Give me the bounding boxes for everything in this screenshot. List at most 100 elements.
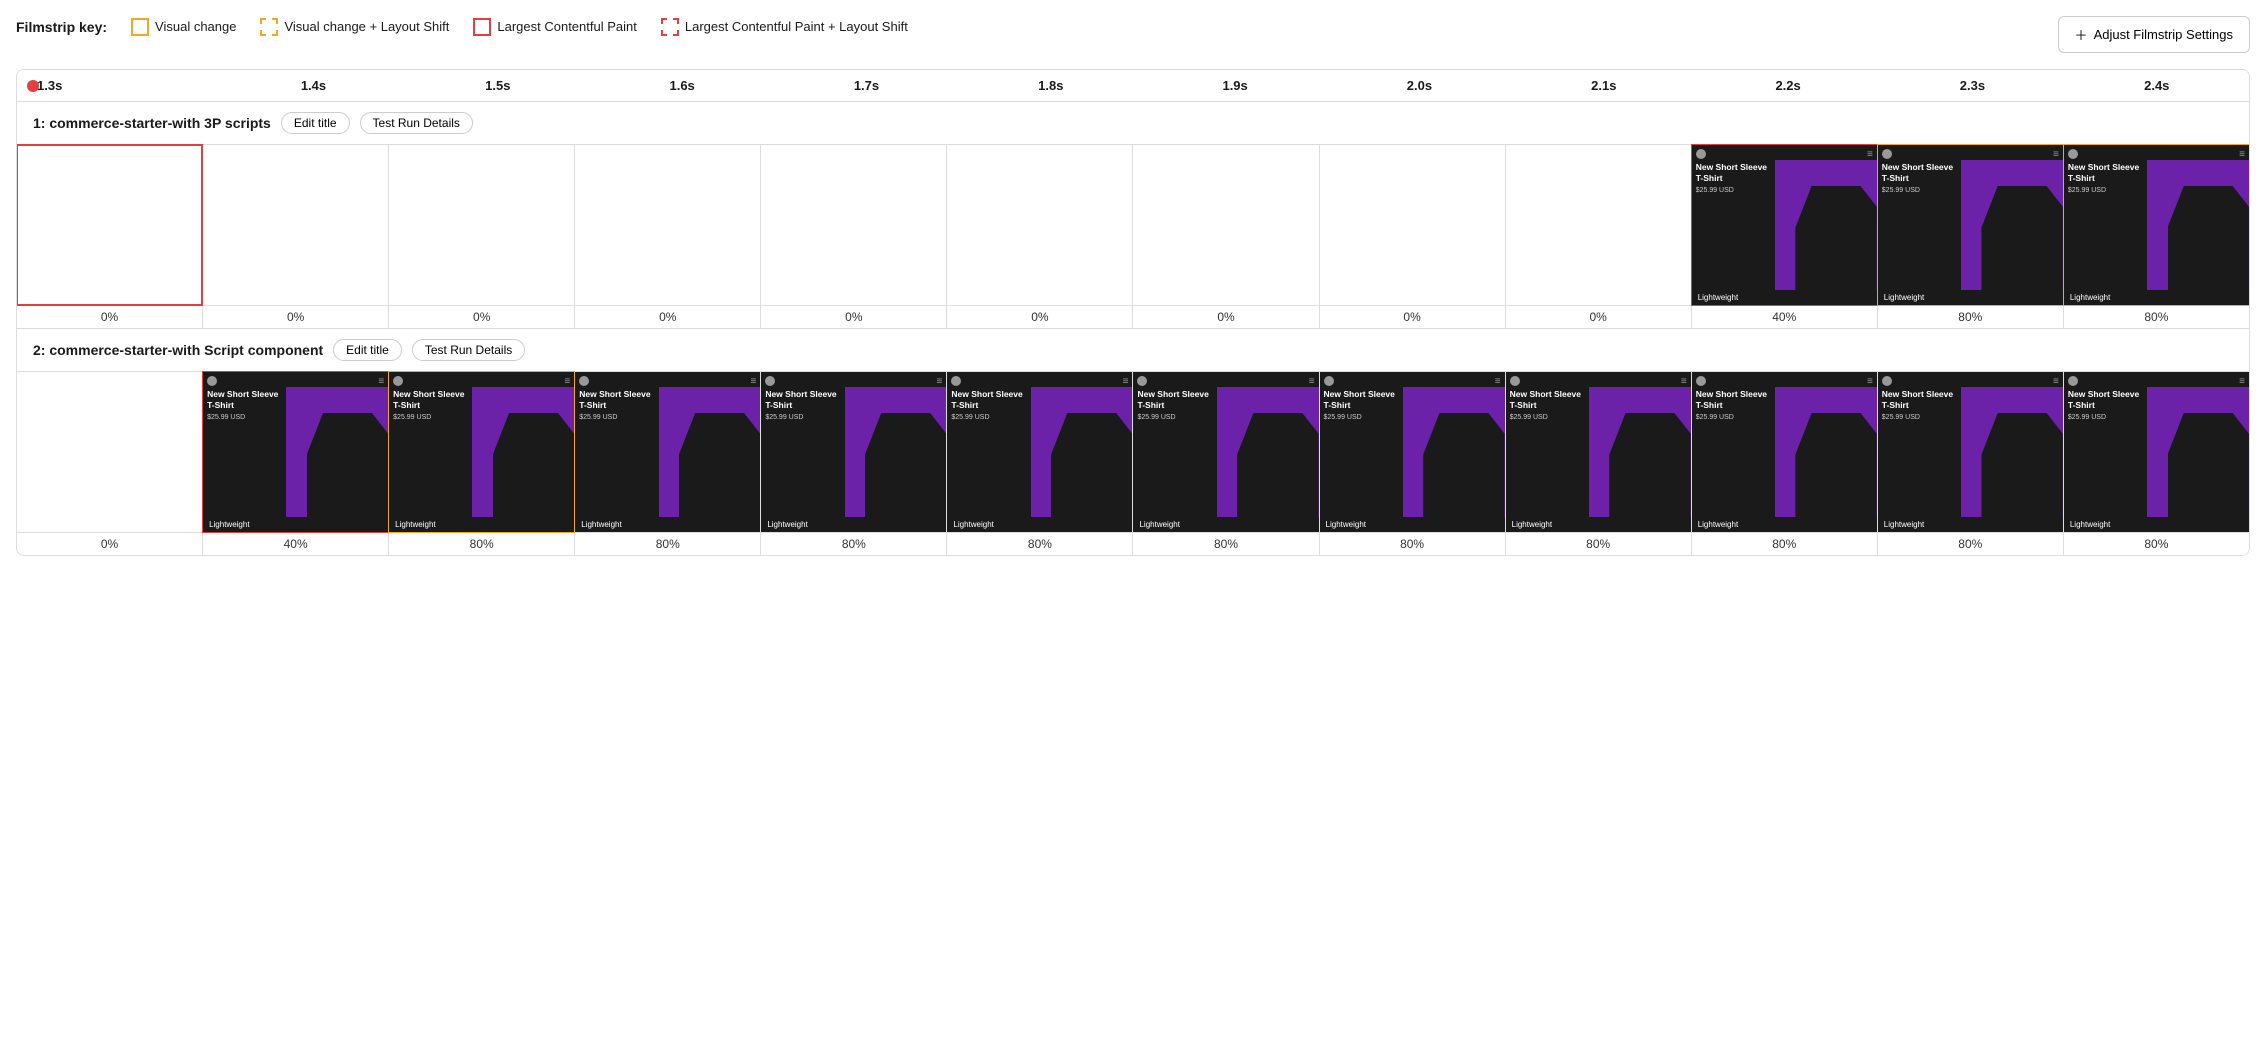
product-price: $25.99 USD	[2068, 413, 2143, 422]
run-title-1: 1: commerce-starter-with 3P scripts	[33, 115, 271, 131]
product-card: ≡New Short Sleeve T-Shirt $25.99 USDLigh…	[1692, 145, 1877, 305]
product-price: $25.99 USD	[1324, 413, 1399, 422]
legend-label: Filmstrip key:	[16, 19, 107, 35]
frame-cell-r2-f9[interactable]: ≡New Short Sleeve T-Shirt $25.99 USDLigh…	[1506, 372, 1692, 532]
product-footer: Lightweight	[1878, 517, 2063, 532]
frame-cell-r2-f3[interactable]: ≡New Short Sleeve T-Shirt $25.99 USDLigh…	[389, 372, 575, 532]
product-footer: Lightweight	[1506, 517, 1691, 532]
product-image	[1775, 387, 1877, 517]
run-section-2: 2: commerce-starter-with Script componen…	[17, 329, 2249, 555]
product-footer: Lightweight	[2064, 517, 2249, 532]
product-title: New Short Sleeve T-Shirt	[1324, 389, 1399, 411]
frame-cell-r1-f1[interactable]	[17, 145, 203, 305]
product-title: New Short Sleeve T-Shirt	[1696, 389, 1771, 411]
pct-cell-r1-f6: 0%	[947, 306, 1133, 328]
timeline-tick-2.4s: 2.4s	[2065, 78, 2249, 93]
timeline-tick-1.6s: 1.6s	[590, 78, 774, 93]
pct-cell-r1-f8: 0%	[1320, 306, 1506, 328]
product-footer: Lightweight	[1692, 290, 1877, 305]
product-title: New Short Sleeve T-Shirt	[765, 389, 840, 411]
frame-cell-r1-f12[interactable]: ≡New Short Sleeve T-Shirt $25.99 USDLigh…	[2064, 145, 2249, 305]
product-image	[1775, 160, 1877, 290]
product-icon	[1696, 376, 1706, 386]
frame-cell-r1-f5[interactable]	[761, 145, 947, 305]
timeline-tick-2.2s: 2.2s	[1696, 78, 1880, 93]
red-dot-indicator	[27, 80, 39, 92]
timeline-tick-2.0s: 2.0s	[1327, 78, 1511, 93]
timeline-tick-1.5s: 1.5s	[406, 78, 590, 93]
product-footer: Lightweight	[1878, 290, 2063, 305]
product-image	[286, 387, 388, 517]
pct-cell-r2-f6: 80%	[947, 533, 1133, 555]
test-run-details-button-1[interactable]: Test Run Details	[360, 112, 473, 134]
product-icon	[207, 376, 217, 386]
product-menu: ≡	[1867, 376, 1873, 387]
product-card: ≡New Short Sleeve T-Shirt $25.99 USDLigh…	[1320, 372, 1505, 532]
visual-change-box	[131, 18, 149, 36]
frame-cell-r2-f8[interactable]: ≡New Short Sleeve T-Shirt $25.99 USDLigh…	[1320, 372, 1506, 532]
pct-cell-r2-f9: 80%	[1506, 533, 1692, 555]
pct-cell-r2-f12: 80%	[2064, 533, 2249, 555]
frame-cell-r1-f11[interactable]: ≡New Short Sleeve T-Shirt $25.99 USDLigh…	[1878, 145, 2064, 305]
frame-cell-r2-f4[interactable]: ≡New Short Sleeve T-Shirt $25.99 USDLigh…	[575, 372, 761, 532]
empty-frame	[203, 145, 388, 305]
product-icon	[1882, 376, 1892, 386]
test-run-details-button-2[interactable]: Test Run Details	[412, 339, 525, 361]
pct-cell-r1-f3: 0%	[389, 306, 575, 328]
frame-cell-r1-f10[interactable]: ≡New Short Sleeve T-Shirt $25.99 USDLigh…	[1692, 145, 1878, 305]
product-menu: ≡	[564, 376, 570, 387]
product-image	[1217, 387, 1319, 517]
frames-row-1: ≡ New Short Sleeve T-Shirt $25.99 USD Ligh…	[17, 144, 2249, 305]
key-lcp-layout: Largest Contentful Paint + Layout Shift	[661, 18, 908, 36]
product-footer: Lightweight	[1692, 517, 1877, 532]
product-icon	[2068, 376, 2078, 386]
product-footer: Lightweight	[1320, 517, 1505, 532]
frame-cell-r2-f6[interactable]: ≡New Short Sleeve T-Shirt $25.99 USDLigh…	[947, 372, 1133, 532]
frame-cell-r2-f5[interactable]: ≡New Short Sleeve T-Shirt $25.99 USDLigh…	[761, 372, 947, 532]
pct-cell-r1-f1: 0%	[17, 306, 203, 328]
edit-title-button-1[interactable]: Edit title	[281, 112, 350, 134]
edit-title-button-2[interactable]: Edit title	[333, 339, 402, 361]
pct-cell-r2-f11: 80%	[1878, 533, 2064, 555]
frame-cell-r1-f3[interactable]	[389, 145, 575, 305]
frame-cell-r2-f12[interactable]: ≡New Short Sleeve T-Shirt $25.99 USDLigh…	[2064, 372, 2249, 532]
frame-cell-r1-f6[interactable]	[947, 145, 1133, 305]
frame-cell-r2-f10[interactable]: ≡New Short Sleeve T-Shirt $25.99 USDLigh…	[1692, 372, 1878, 532]
product-icon	[393, 376, 403, 386]
product-menu: ≡	[2239, 149, 2245, 160]
frame-cell-r2-f7[interactable]: ≡New Short Sleeve T-Shirt $25.99 USDLigh…	[1133, 372, 1319, 532]
run-header-2: 2: commerce-starter-with Script componen…	[17, 329, 2249, 371]
timeline-tick-1.9s: 1.9s	[1143, 78, 1327, 93]
frame-cell-r1-f2[interactable]	[203, 145, 389, 305]
product-image	[2147, 160, 2249, 290]
empty-frame	[1133, 145, 1318, 305]
key-lcp-label: Largest Contentful Paint	[497, 19, 636, 34]
product-footer: Lightweight	[1133, 517, 1318, 532]
product-image	[1403, 387, 1505, 517]
key-visual-change-label: Visual change	[155, 19, 236, 34]
product-menu: ≡	[937, 376, 943, 387]
frame-cell-r2-f2[interactable]: ≡New Short Sleeve T-Shirt $25.99 USDLigh…	[203, 372, 389, 532]
frame-cell-r1-f9[interactable]	[1506, 145, 1692, 305]
product-title: New Short Sleeve T-Shirt	[1882, 162, 1957, 184]
pct-cell-r1-f7: 0%	[1133, 306, 1319, 328]
frame-cell-r1-f8[interactable]	[1320, 145, 1506, 305]
product-menu: ≡	[1681, 376, 1687, 387]
product-image	[2147, 387, 2249, 517]
product-title: New Short Sleeve T-Shirt	[1696, 162, 1771, 184]
product-menu: ≡	[1309, 376, 1315, 387]
adjust-filmstrip-button[interactable]: ＋ Adjust Filmstrip Settings	[2058, 16, 2250, 53]
product-card: ≡New Short Sleeve T-Shirt $25.99 USDLigh…	[2064, 145, 2249, 305]
frame-cell-r1-f7[interactable]	[1133, 145, 1319, 305]
product-title: New Short Sleeve T-Shirt	[2068, 162, 2143, 184]
product-icon	[1882, 149, 1892, 159]
frame-cell-r2-f11[interactable]: ≡New Short Sleeve T-Shirt $25.99 USDLigh…	[1878, 372, 2064, 532]
frame-cell-r1-f4[interactable]	[575, 145, 761, 305]
frame-cell-r2-f1[interactable]	[17, 372, 203, 532]
product-price: $25.99 USD	[2068, 186, 2143, 195]
product-footer: Lightweight	[389, 517, 574, 532]
product-image	[1031, 387, 1133, 517]
pct-cell-r2-f1: 0%	[17, 533, 203, 555]
product-icon	[1137, 376, 1147, 386]
pct-cell-r2-f3: 80%	[389, 533, 575, 555]
